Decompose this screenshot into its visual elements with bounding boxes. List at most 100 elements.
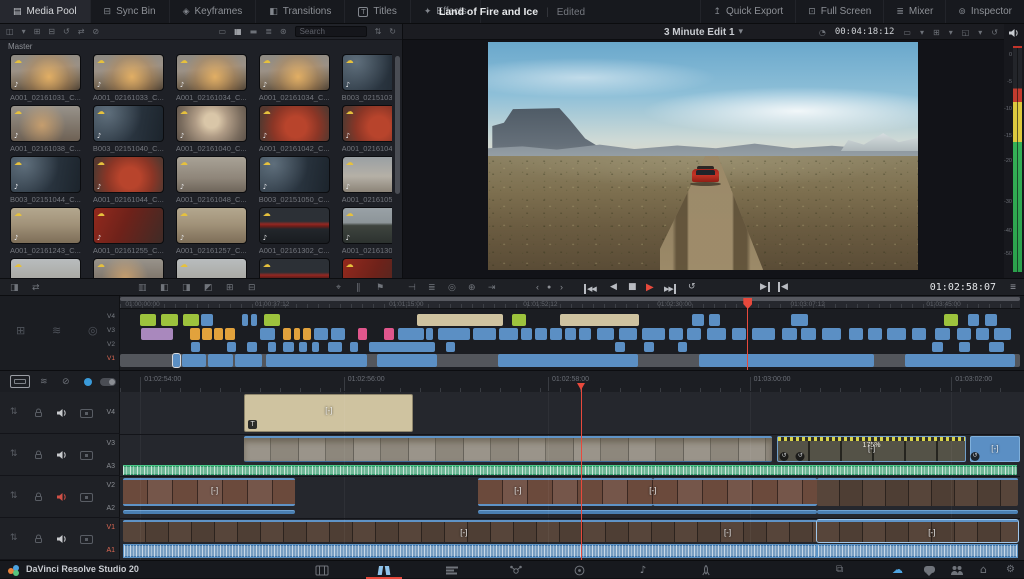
audio-trim-toggle[interactable] xyxy=(100,378,116,386)
chevron-down-icon[interactable]: ▾ xyxy=(22,27,26,36)
place-on-top-icon[interactable]: ◩ xyxy=(204,283,213,293)
overview-clip[interactable] xyxy=(699,354,875,367)
overview-clip[interactable] xyxy=(438,328,470,340)
overview-clip[interactable] xyxy=(183,314,199,326)
timeline-menu-icon[interactable]: ≡ xyxy=(1010,282,1016,293)
chat-icon[interactable] xyxy=(924,566,935,573)
overview-clip[interactable] xyxy=(266,354,367,367)
breadcrumb[interactable]: Master xyxy=(8,42,32,51)
auto-select-icon[interactable]: ⇅ xyxy=(10,491,18,501)
panel-toggle-icon[interactable]: ◫ xyxy=(6,27,14,36)
overview-clip[interactable] xyxy=(331,328,345,340)
overview-clip[interactable] xyxy=(687,328,701,340)
media-clip[interactable]: ☁♪B003_02151044_C... xyxy=(10,156,81,207)
overview-clip[interactable] xyxy=(303,328,311,340)
media-clip[interactable]: ☁♪A001_02161255_C... xyxy=(93,207,164,258)
waveform-icon[interactable]: ≋ xyxy=(40,377,48,387)
timeline-clip[interactable] xyxy=(817,520,1019,542)
overview-clip[interactable] xyxy=(959,342,971,352)
overview-clip[interactable] xyxy=(801,328,815,340)
media-clip[interactable]: ☁♪B003_02151040_C... xyxy=(93,105,164,156)
overview-clip[interactable] xyxy=(521,328,533,340)
jump-icon[interactable]: ⇥ xyxy=(488,283,496,293)
timeline-view-icon[interactable] xyxy=(10,375,30,388)
media-clip[interactable]: ☁♪A001_02161043_C... xyxy=(342,105,392,156)
snap-indicator-icon[interactable] xyxy=(84,378,92,386)
media-clip[interactable]: ☁♪A001_02161257_C... xyxy=(176,207,247,258)
overview-clip[interactable] xyxy=(182,354,206,367)
media-clip[interactable]: ☁♪A001_02161040_C... xyxy=(176,105,247,156)
relink-icon[interactable]: ⇄ xyxy=(78,27,85,36)
overview-clip[interactable] xyxy=(597,328,614,340)
snap-icon[interactable]: ⌖ xyxy=(336,283,341,293)
mute-speaker-icon[interactable] xyxy=(56,408,68,418)
reset-icon[interactable]: ↺ xyxy=(991,28,998,37)
solo-icon[interactable] xyxy=(80,409,93,418)
viewer-tools-icon[interactable]: ⊞ xyxy=(933,28,940,37)
overview-clip[interactable] xyxy=(208,354,233,367)
page-fairlight[interactable]: ♪ xyxy=(627,563,659,577)
panels-icon[interactable]: ⧉ xyxy=(836,564,843,575)
overview-clip[interactable] xyxy=(791,314,808,326)
overview-clip[interactable] xyxy=(732,328,746,340)
timeline-clip[interactable] xyxy=(123,465,1018,475)
overview-clip[interactable] xyxy=(498,354,638,367)
append-clip-icon[interactable]: ⊞ xyxy=(226,283,234,293)
overview-clip[interactable] xyxy=(328,342,342,352)
track-header-v4[interactable]: ⇅ V4 xyxy=(0,392,120,434)
media-clip[interactable]: ☁♪A001_02161042_C... xyxy=(259,105,330,156)
timeline-selector[interactable]: 3 Minute Edit 1 ▾ xyxy=(664,24,743,40)
page-deliver[interactable] xyxy=(690,563,722,577)
overview-clip[interactable] xyxy=(615,342,625,352)
overview-clip[interactable] xyxy=(868,328,882,340)
overview-clip[interactable] xyxy=(822,328,841,340)
track-label[interactable]: V3 xyxy=(106,440,115,447)
list-view-icon[interactable]: ≣ xyxy=(265,27,272,36)
overview-clip[interactable] xyxy=(692,314,704,326)
overview-clip[interactable] xyxy=(314,328,328,340)
overview-clip[interactable] xyxy=(384,328,394,340)
main-playhead-line[interactable] xyxy=(581,392,582,560)
filmstrip-view-icon[interactable]: ▭ xyxy=(219,27,227,36)
overview-clip[interactable] xyxy=(912,328,926,340)
overview-clip[interactable] xyxy=(350,342,357,352)
overview-clip[interactable] xyxy=(140,314,156,326)
split-clip-icon[interactable]: ⊘ xyxy=(62,377,70,387)
overview-clip[interactable] xyxy=(707,328,726,340)
home-icon[interactable]: ⌂ xyxy=(980,563,987,576)
overview-clip[interactable] xyxy=(225,328,235,340)
mute-speaker-icon-muted[interactable] xyxy=(56,492,68,502)
inspector-button[interactable]: ⊚Inspector xyxy=(945,0,1024,23)
track-header-v3-a3[interactable]: ⇅ V3 A3 xyxy=(0,434,120,476)
solo-icon[interactable] xyxy=(80,451,93,460)
lock-icon[interactable] xyxy=(34,450,43,460)
overview-clip[interactable] xyxy=(957,328,971,340)
auto-select-icon[interactable]: ⇅ xyxy=(10,449,18,459)
tab-sync-bin[interactable]: ⊟Sync Bin xyxy=(91,0,170,23)
tag-icon[interactable]: ⊛ xyxy=(280,27,287,36)
overview-clip[interactable] xyxy=(358,328,368,340)
media-clip[interactable]: ☁♪B003_02151050_C... xyxy=(259,156,330,207)
overview-clip[interactable] xyxy=(214,328,224,340)
lock-icon[interactable] xyxy=(34,492,43,502)
timeline-clip[interactable] xyxy=(817,510,1019,514)
go-to-end-button[interactable]: ▶▶ xyxy=(664,284,676,294)
thumbnail-view-icon[interactable]: ▦ xyxy=(234,27,242,36)
chevron-down-icon[interactable]: ▾ xyxy=(978,28,982,37)
overview-clip[interactable] xyxy=(619,328,638,340)
audio-wave-icon[interactable]: ≋ xyxy=(52,324,61,337)
overview-clip[interactable] xyxy=(985,314,997,326)
overview-clip[interactable] xyxy=(161,314,177,326)
transform-icon[interactable]: ◎ xyxy=(88,324,98,337)
timeline-clip[interactable] xyxy=(123,520,817,542)
overwrite-clip-icon[interactable]: ◧ xyxy=(160,283,169,293)
page-color[interactable] xyxy=(563,563,595,577)
overview-clip[interactable] xyxy=(268,342,276,352)
chevron-down-icon[interactable]: ▾ xyxy=(920,28,924,37)
viewer-transform-icon[interactable]: ◱ xyxy=(962,28,970,37)
overview-clip[interactable] xyxy=(227,342,236,352)
overview-clip[interactable] xyxy=(369,342,435,352)
refresh-icon[interactable]: ↻ xyxy=(389,27,396,36)
overview-clip[interactable] xyxy=(202,328,212,340)
overview-clip[interactable] xyxy=(260,328,275,340)
